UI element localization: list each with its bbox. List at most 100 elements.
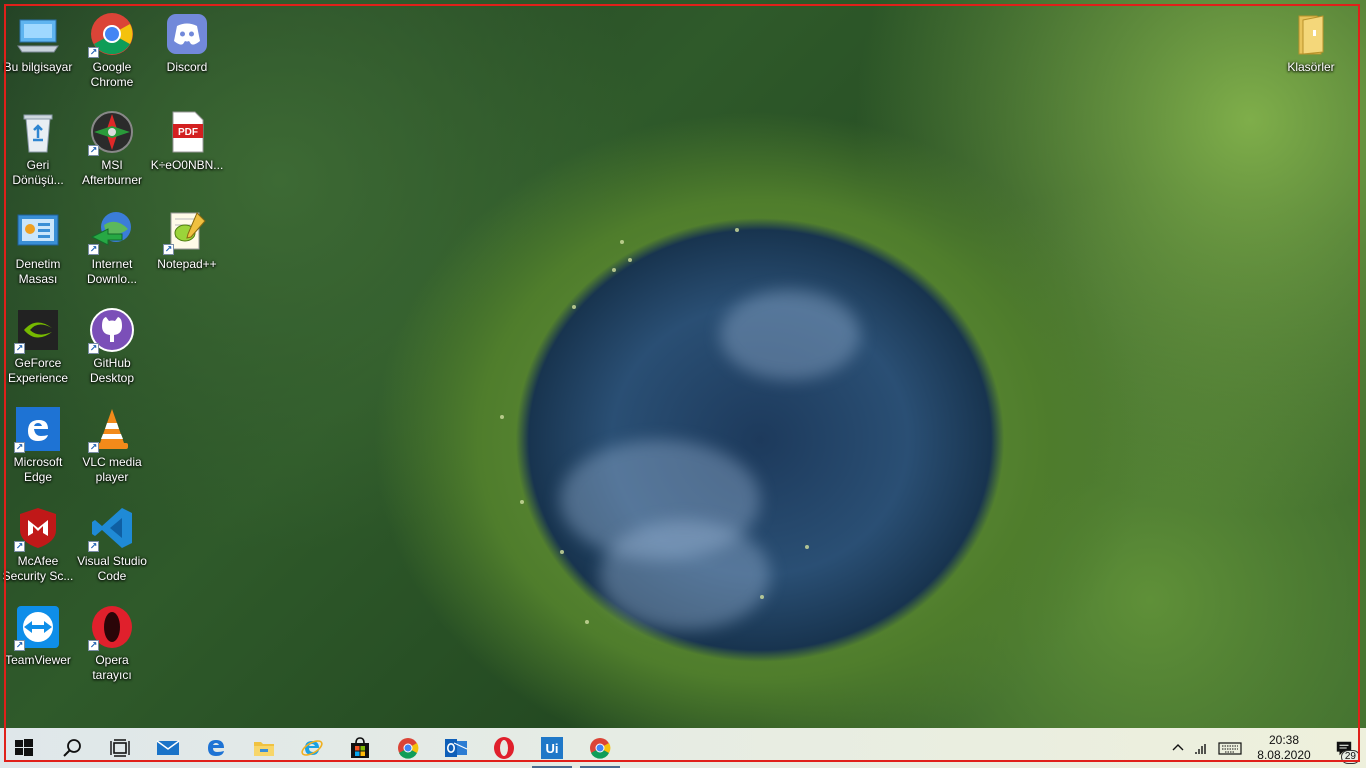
geforce-experience-icon: ↗ [14, 306, 62, 354]
recycle-bin-icon [14, 108, 62, 156]
taskbar-mail[interactable] [144, 728, 192, 768]
desktop-icon-folders[interactable]: Klasörler [1273, 10, 1349, 75]
taskbar-edge[interactable] [192, 728, 240, 768]
pdf-icon: PDF [163, 108, 211, 156]
windows-logo-icon [15, 739, 33, 756]
desktop-icon-mcafee[interactable]: ↗ McAfee Security Sc... [0, 504, 76, 584]
icon-label: GeForce Experience [7, 356, 69, 385]
chevron-up-icon [1172, 744, 1184, 751]
desktop-icon-discord[interactable]: Discord [149, 10, 225, 75]
icon-label: Notepad++ [157, 257, 217, 271]
taskbar-chrome-2[interactable] [576, 728, 624, 768]
wallpaper-lily [760, 595, 764, 599]
store-icon [351, 737, 369, 758]
desktop-icon-this-pc[interactable]: Bu bilgisayar [0, 10, 76, 75]
taskbar-chrome[interactable] [384, 728, 432, 768]
show-hidden-icons-button[interactable] [1166, 728, 1190, 768]
opera-icon: ↗ [88, 603, 136, 651]
outlook-icon [445, 739, 468, 757]
wallpaper-lily [805, 545, 809, 549]
start-button[interactable] [0, 728, 48, 768]
wallpaper-lily [612, 268, 616, 272]
keyboard-icon [1218, 742, 1242, 755]
notification-count-badge: 29 [1340, 750, 1360, 764]
icon-label: Google Chrome [90, 60, 134, 89]
clock-date: 8.08.2020 [1257, 748, 1311, 762]
desktop-icon-opera[interactable]: ↗ Opera tarayıcı [74, 603, 150, 683]
vlc-icon: ↗ [88, 405, 136, 453]
wallpaper-lily [735, 228, 739, 232]
shortcut-arrow-icon: ↗ [88, 640, 99, 651]
wallpaper-lily [628, 258, 632, 262]
notepad-plus-plus-icon: ↗ [163, 207, 211, 255]
search-button[interactable] [48, 728, 96, 768]
mail-icon [156, 740, 180, 755]
icon-label: Opera tarayıcı [92, 653, 132, 682]
shortcut-arrow-icon: ↗ [88, 145, 99, 156]
desktop-icon-control-panel[interactable]: Denetim Masası [0, 207, 76, 287]
chrome-icon: ↗ [88, 10, 136, 58]
shortcut-arrow-icon: ↗ [14, 640, 25, 651]
edge-legacy-icon: ↗ [14, 405, 62, 453]
taskbar-store[interactable] [336, 728, 384, 768]
desktop-icon-vlc-media-player[interactable]: ↗ VLC media player [74, 405, 150, 485]
icon-label: McAfee Security Sc... [2, 554, 74, 583]
shortcut-arrow-icon: ↗ [88, 47, 99, 58]
file-explorer-icon [254, 742, 274, 756]
taskbar: Ui 20:38 8.08.2020 29 [0, 728, 1366, 768]
wallpaper-lily [620, 240, 624, 244]
action-center-button[interactable]: 29 [1322, 728, 1366, 768]
icon-label: TeamViewer [5, 653, 71, 667]
control-panel-icon [14, 207, 62, 255]
desktop-icon-geforce-experience[interactable]: ↗ GeForce Experience [0, 306, 76, 386]
task-view-button[interactable] [96, 728, 144, 768]
taskbar-opera[interactable] [480, 728, 528, 768]
vscode-icon: ↗ [88, 504, 136, 552]
desktop-icon-pdf-file[interactable]: PDF K÷eO0NBN... [149, 108, 225, 173]
teamviewer-icon: ↗ [14, 603, 62, 651]
wifi-icon [1195, 744, 1206, 754]
taskbar-file-explorer[interactable] [240, 728, 288, 768]
internet-explorer-icon [301, 740, 323, 756]
wallpaper-lily [560, 550, 564, 554]
desktop-icon-notepad-plus-plus[interactable]: ↗ Notepad++ [149, 207, 225, 272]
wallpaper-lily [585, 620, 589, 624]
opera-icon [494, 737, 514, 759]
desktop-icon-internet-download-manager[interactable]: ↗ Internet Downlo... [74, 207, 150, 287]
uipath-icon: Ui [541, 737, 563, 759]
icon-label: Klasörler [1287, 60, 1335, 74]
desktop-icon-recycle-bin[interactable]: Geri Dönüşü... [0, 108, 76, 188]
network-button[interactable] [1190, 728, 1214, 768]
shortcut-arrow-icon: ↗ [88, 244, 99, 255]
desktop-icon-visual-studio-code[interactable]: ↗ Visual Studio Code [74, 504, 150, 584]
icon-label: Geri Dönüşü... [12, 158, 64, 187]
taskbar-outlook[interactable] [432, 728, 480, 768]
keyboard-button[interactable] [1214, 728, 1246, 768]
wallpaper-lily [572, 305, 576, 309]
uipath-icon-text: Ui [545, 740, 559, 756]
shortcut-arrow-icon: ↗ [88, 343, 99, 354]
shortcut-arrow-icon: ↗ [14, 541, 25, 552]
mcafee-icon: ↗ [14, 504, 62, 552]
taskbar-internet-explorer[interactable] [288, 728, 336, 768]
desktop-icon-microsoft-edge[interactable]: ↗ Microsoft Edge [0, 405, 76, 485]
internet-download-manager-icon: ↗ [88, 207, 136, 255]
shortcut-arrow-icon: ↗ [14, 442, 25, 453]
shortcut-arrow-icon: ↗ [88, 442, 99, 453]
icon-label: Denetim Masası [15, 257, 61, 286]
desktop-icon-msi-afterburner[interactable]: ↗ MSI Afterburner [74, 108, 150, 188]
icon-label: Visual Studio Code [77, 554, 147, 583]
icon-label: Microsoft Edge [13, 455, 63, 484]
taskbar-uipath[interactable]: Ui [528, 728, 576, 768]
shortcut-arrow-icon: ↗ [163, 244, 174, 255]
desktop-icon-teamviewer[interactable]: ↗ TeamViewer [0, 603, 76, 668]
chrome-icon [590, 738, 611, 759]
desktop-icon-google-chrome[interactable]: ↗ Google Chrome [74, 10, 150, 90]
icon-label: K÷eO0NBN... [150, 158, 224, 172]
system-tray: 20:38 8.08.2020 29 [1166, 728, 1366, 768]
clock[interactable]: 20:38 8.08.2020 [1246, 733, 1322, 763]
desktop-icon-github-desktop[interactable]: ↗ GitHub Desktop [74, 306, 150, 386]
icon-label: VLC media player [82, 455, 142, 484]
edge-icon [208, 740, 224, 756]
discord-icon [163, 10, 211, 58]
